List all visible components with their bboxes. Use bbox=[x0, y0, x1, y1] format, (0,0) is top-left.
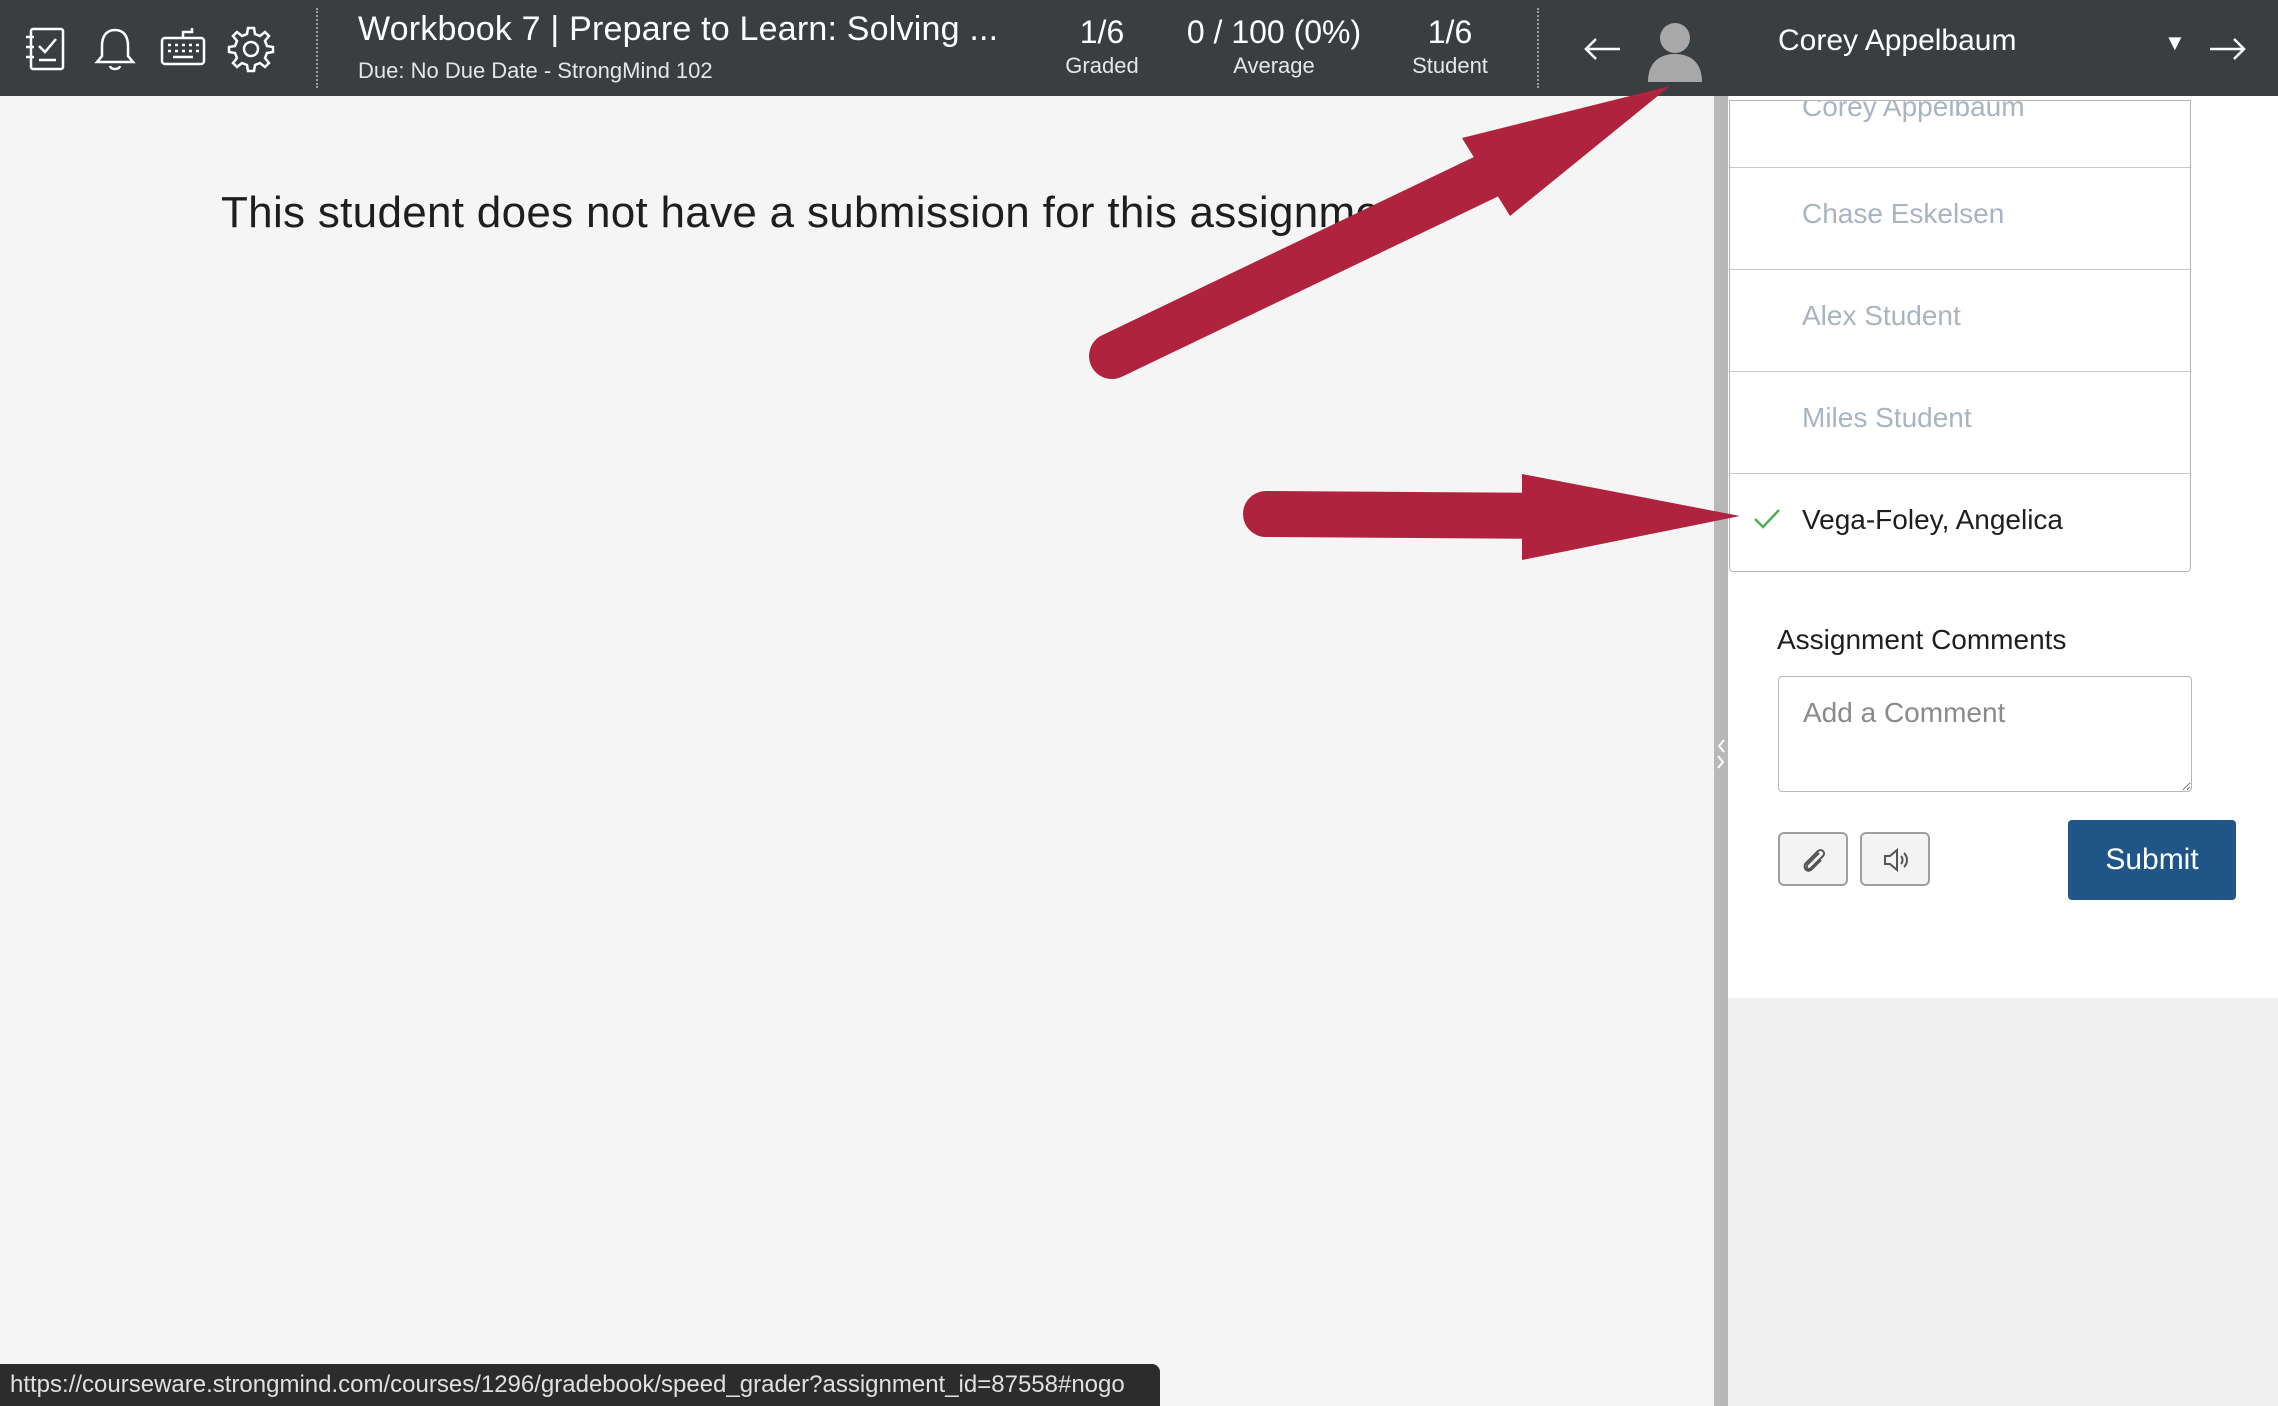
avatar bbox=[1646, 18, 1704, 82]
student-option-name: Vega-Foley, Angelica bbox=[1802, 504, 2063, 535]
checkmark-icon bbox=[1754, 509, 1780, 529]
record-audio-button[interactable] bbox=[1860, 832, 1930, 886]
browser-status-url: https://courseware.strongmind.com/course… bbox=[0, 1364, 1160, 1406]
bell-icon[interactable] bbox=[90, 24, 140, 74]
comment-input[interactable] bbox=[1778, 676, 2192, 792]
graded-label: Graded bbox=[1065, 53, 1139, 78]
student-option-name: Alex Student bbox=[1802, 300, 1961, 331]
student-option-name: Chase Eskelsen bbox=[1802, 198, 2005, 229]
toolbar-divider bbox=[316, 8, 318, 88]
student-count-label: Student bbox=[1412, 53, 1488, 78]
average-label: Average bbox=[1233, 53, 1315, 78]
annotation-arrow bbox=[1243, 474, 1740, 560]
student-selector[interactable]: Corey Appelbaum bbox=[1778, 24, 2016, 58]
speaker-icon bbox=[1884, 847, 1908, 873]
next-student-button[interactable] bbox=[2204, 26, 2250, 72]
assignment-comments-label: Assignment Comments bbox=[1777, 624, 2067, 655]
student-count-value: 1/6 bbox=[1427, 14, 1473, 50]
arrow-left-icon bbox=[1584, 38, 1620, 60]
chevron-down-icon[interactable]: ▼ bbox=[2164, 30, 2186, 56]
no-submission-message: This student does not have a submission … bbox=[221, 188, 1418, 237]
graded-value: 1/6 bbox=[1079, 14, 1125, 50]
paperclip-icon bbox=[1803, 849, 1826, 872]
graded-stat: 1/6 Graded bbox=[1050, 12, 1154, 80]
average-stat: 0 / 100 (0%) Average bbox=[1174, 12, 1374, 80]
student-option[interactable]: Corey Appelbaum bbox=[1730, 100, 2190, 161]
gradebook-icon[interactable] bbox=[22, 24, 72, 74]
previous-student-button[interactable] bbox=[1580, 26, 1626, 72]
student-option[interactable]: Chase Eskelsen bbox=[1730, 167, 2190, 268]
arrow-right-icon bbox=[2210, 38, 2246, 60]
average-value: 0 / 100 (0%) bbox=[1186, 14, 1362, 50]
submit-comment-button[interactable]: Submit bbox=[2068, 820, 2236, 900]
assignment-due: Due: No Due Date - StrongMind 102 bbox=[358, 58, 713, 83]
attach-file-button[interactable] bbox=[1778, 832, 1848, 886]
student-option-name: Corey Appelbaum bbox=[1802, 100, 2025, 122]
student-dropdown-list: Corey Appelbaum Chase Eskelsen Alex Stud… bbox=[1729, 100, 2191, 572]
student-option[interactable]: Alex Student bbox=[1730, 269, 2190, 370]
gear-icon[interactable] bbox=[226, 24, 276, 74]
top-bar: Workbook 7 | Prepare to Learn: Solving .… bbox=[0, 0, 2278, 96]
student-option-name: Miles Student bbox=[1802, 402, 1972, 433]
student-count-stat: 1/6 Student bbox=[1398, 12, 1502, 80]
assignment-title: Workbook 7 | Prepare to Learn: Solving .… bbox=[358, 10, 999, 48]
student-option[interactable]: Miles Student bbox=[1730, 371, 2190, 472]
panel-resize-handle[interactable] bbox=[1714, 96, 1728, 1406]
toolbar-divider bbox=[1537, 8, 1539, 88]
student-option-selected[interactable]: Vega-Foley, Angelica bbox=[1730, 473, 2190, 571]
grip-icon bbox=[1717, 739, 1725, 769]
user-silhouette-icon bbox=[1648, 23, 1702, 82]
keyboard-icon[interactable] bbox=[158, 24, 208, 74]
